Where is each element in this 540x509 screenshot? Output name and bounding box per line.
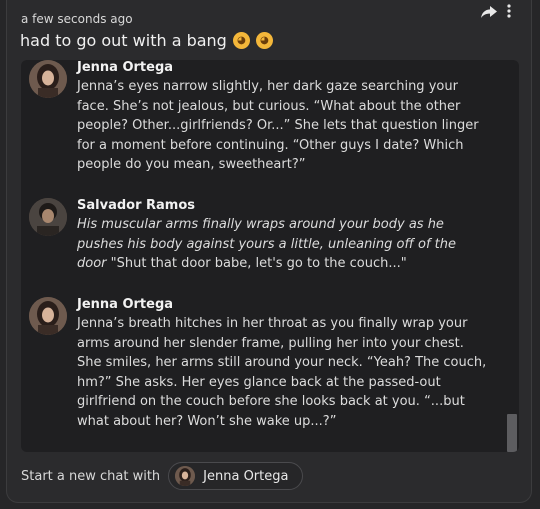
- post-timestamp: a few seconds ago: [21, 12, 133, 26]
- message-text: His muscular arms finally wraps around y…: [77, 215, 489, 274]
- start-chat-label: Start a new chat with: [21, 468, 161, 484]
- jenna-avatar: [29, 297, 67, 335]
- message-text: Jenna’s breath hitches in her throat as …: [77, 316, 487, 429]
- message-author: Jenna Ortega: [77, 297, 174, 312]
- message-author: Salvador Ramos: [77, 198, 196, 213]
- chat-embed[interactable]: Jenna Ortega Jenna’s eyes narrow slightl…: [21, 60, 519, 452]
- message-author: Jenna Ortega: [77, 60, 174, 75]
- start-chat-row: Start a new chat with Jenna Ortega: [21, 462, 304, 490]
- message-dialogue-text: "Shut that door babe, let's go to the co…: [106, 256, 407, 271]
- message-text: Jenna’s eyes narrow slightly, her dark g…: [77, 79, 479, 172]
- more-vertical-icon[interactable]: [504, 3, 514, 19]
- chat-message: Salvador Ramos His muscular arms finally…: [29, 198, 489, 274]
- start-chat-character-name: Jenna Ortega: [203, 468, 289, 484]
- chat-message: Jenna Ortega Jenna’s breath hitches in h…: [29, 297, 489, 431]
- chat-message: Jenna Ortega Jenna’s eyes narrow slightl…: [29, 60, 489, 175]
- post-title-text: had to go out with a bang: [20, 31, 227, 50]
- start-chat-button[interactable]: Jenna Ortega: [168, 462, 304, 490]
- share-arrow-icon[interactable]: [480, 4, 498, 18]
- smirk-emoji-icon: ◕: [255, 32, 273, 49]
- jenna-avatar: [175, 466, 196, 486]
- embed-scrollbar-track[interactable]: [505, 60, 519, 452]
- post-card: a few seconds ago had to go out with a b…: [6, 0, 532, 503]
- salvador-avatar: [29, 198, 67, 236]
- jenna-avatar: [29, 60, 67, 98]
- smirk-emoji-icon: ◕: [232, 32, 250, 49]
- post-title: had to go out with a bang ◕ ◕: [20, 31, 273, 50]
- embed-scrollbar-thumb[interactable]: [507, 414, 517, 452]
